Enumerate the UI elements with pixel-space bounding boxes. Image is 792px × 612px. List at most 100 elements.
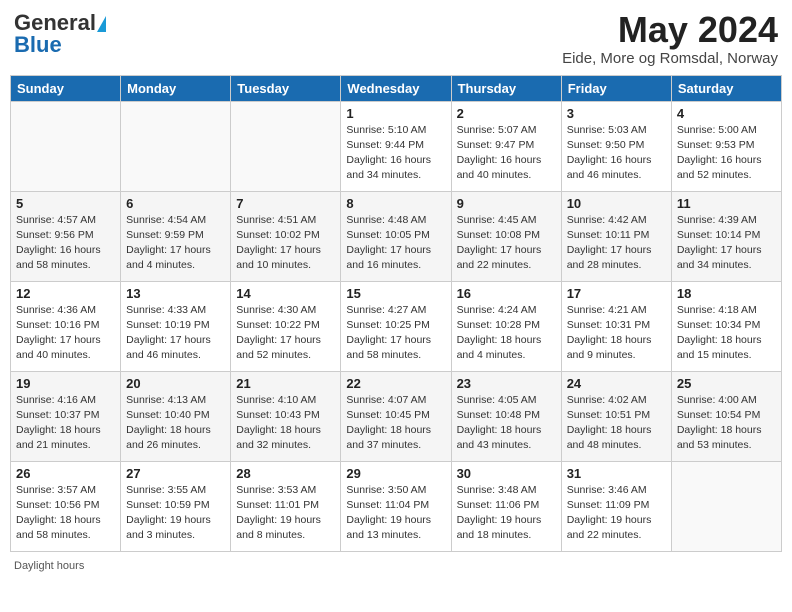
calendar-cell: 20 Sunrise: 4:13 AM Sunset: 10:40 PM Dayl… bbox=[121, 371, 231, 461]
day-number: 19 bbox=[16, 376, 115, 391]
day-number: 31 bbox=[567, 466, 666, 481]
calendar-cell: 9 Sunrise: 4:45 AM Sunset: 10:08 PM Dayli… bbox=[451, 191, 561, 281]
day-info: Sunrise: 4:54 AM Sunset: 9:59 PM Dayligh… bbox=[126, 213, 225, 274]
day-number: 21 bbox=[236, 376, 335, 391]
footer: Daylight hours bbox=[10, 560, 782, 572]
calendar-week-row: 1 Sunrise: 5:10 AM Sunset: 9:44 PM Daylig… bbox=[11, 101, 782, 191]
day-number: 8 bbox=[346, 196, 445, 211]
day-number: 3 bbox=[567, 106, 666, 121]
calendar-cell: 2Sunrise: 5:07 AM Sunset: 9:47 PM Daylig… bbox=[451, 101, 561, 191]
calendar-day-header: Monday bbox=[121, 75, 231, 101]
day-info: Sunrise: 3:57 AM Sunset: 10:56 PM Daylig… bbox=[16, 483, 115, 544]
day-number: 13 bbox=[126, 286, 225, 301]
day-number: 22 bbox=[346, 376, 445, 391]
day-info: Sunrise: 3:48 AM Sunset: 11:06 PM Daylig… bbox=[457, 483, 556, 544]
calendar-cell: 15 Sunrise: 4:27 AM Sunset: 10:25 PM Dayl… bbox=[341, 281, 451, 371]
day-info: Sunrise: 5:10 AM Sunset: 9:44 PM Dayligh… bbox=[346, 123, 445, 184]
day-info: Sunrise: 4:02 AM Sunset: 10:51 PM Daylig… bbox=[567, 393, 666, 454]
day-info: Sunrise: 5:00 AM Sunset: 9:53 PM Dayligh… bbox=[677, 123, 776, 184]
day-info: Sunrise: 4:21 AM Sunset: 10:31 PM Daylig… bbox=[567, 303, 666, 364]
calendar-day-header: Sunday bbox=[11, 75, 121, 101]
calendar-cell: 4 Sunrise: 5:00 AM Sunset: 9:53 PM Daylig… bbox=[671, 101, 781, 191]
calendar-cell: 22Sunrise: 4:07 AM Sunset: 10:45 PM Dayl… bbox=[341, 371, 451, 461]
day-number: 16 bbox=[457, 286, 556, 301]
day-number: 1 bbox=[346, 106, 445, 121]
calendar-cell: 11 Sunrise: 4:39 AM Sunset: 10:14 PM Dayl… bbox=[671, 191, 781, 281]
logo: General Blue bbox=[14, 10, 106, 58]
page-header: General Blue May 2024 Eide, More og Roms… bbox=[10, 10, 782, 67]
calendar-cell: 26Sunrise: 3:57 AM Sunset: 10:56 PM Dayl… bbox=[11, 461, 121, 551]
day-info: Sunrise: 3:55 AM Sunset: 10:59 PM Daylig… bbox=[126, 483, 225, 544]
calendar-cell: 7 Sunrise: 4:51 AM Sunset: 10:02 PM Dayli… bbox=[231, 191, 341, 281]
calendar-cell: 23 Sunrise: 4:05 AM Sunset: 10:48 PM Dayl… bbox=[451, 371, 561, 461]
logo-triangle-icon bbox=[97, 16, 106, 32]
month-year-title: May 2024 bbox=[562, 10, 778, 50]
day-info: Sunrise: 4:24 AM Sunset: 10:28 PM Daylig… bbox=[457, 303, 556, 364]
calendar-day-header: Thursday bbox=[451, 75, 561, 101]
day-number: 2 bbox=[457, 106, 556, 121]
title-block: May 2024 Eide, More og Romsdal, Norway bbox=[562, 10, 778, 67]
day-info: Sunrise: 4:18 AM Sunset: 10:34 PM Daylig… bbox=[677, 303, 776, 364]
calendar-day-header: Friday bbox=[561, 75, 671, 101]
day-number: 12 bbox=[16, 286, 115, 301]
calendar-cell: 17Sunrise: 4:21 AM Sunset: 10:31 PM Dayl… bbox=[561, 281, 671, 371]
calendar-week-row: 12 Sunrise: 4:36 AM Sunset: 10:16 PM Dayl… bbox=[11, 281, 782, 371]
day-info: Sunrise: 4:39 AM Sunset: 10:14 PM Daylig… bbox=[677, 213, 776, 274]
daylight-hours-label: Daylight hours bbox=[14, 560, 84, 572]
day-number: 11 bbox=[677, 196, 776, 211]
day-number: 30 bbox=[457, 466, 556, 481]
day-number: 10 bbox=[567, 196, 666, 211]
calendar-cell: 1 Sunrise: 5:10 AM Sunset: 9:44 PM Daylig… bbox=[341, 101, 451, 191]
calendar-cell: 8Sunrise: 4:48 AM Sunset: 10:05 PM Dayli… bbox=[341, 191, 451, 281]
day-number: 25 bbox=[677, 376, 776, 391]
day-info: Sunrise: 4:57 AM Sunset: 9:56 PM Dayligh… bbox=[16, 213, 115, 274]
calendar-cell: 19 Sunrise: 4:16 AM Sunset: 10:37 PM Dayl… bbox=[11, 371, 121, 461]
day-number: 14 bbox=[236, 286, 335, 301]
calendar-cell: 27 Sunrise: 3:55 AM Sunset: 10:59 PM Dayl… bbox=[121, 461, 231, 551]
calendar-cell: 6Sunrise: 4:54 AM Sunset: 9:59 PM Daylig… bbox=[121, 191, 231, 281]
day-info: Sunrise: 4:16 AM Sunset: 10:37 PM Daylig… bbox=[16, 393, 115, 454]
calendar-day-header: Wednesday bbox=[341, 75, 451, 101]
day-number: 27 bbox=[126, 466, 225, 481]
day-number: 15 bbox=[346, 286, 445, 301]
day-number: 9 bbox=[457, 196, 556, 211]
day-info: Sunrise: 4:36 AM Sunset: 10:16 PM Daylig… bbox=[16, 303, 115, 364]
calendar-cell: 21 Sunrise: 4:10 AM Sunset: 10:43 PM Dayl… bbox=[231, 371, 341, 461]
calendar-cell bbox=[121, 101, 231, 191]
day-number: 24 bbox=[567, 376, 666, 391]
day-info: Sunrise: 3:46 AM Sunset: 11:09 PM Daylig… bbox=[567, 483, 666, 544]
day-info: Sunrise: 4:45 AM Sunset: 10:08 PM Daylig… bbox=[457, 213, 556, 274]
calendar-cell: 5Sunrise: 4:57 AM Sunset: 9:56 PM Daylig… bbox=[11, 191, 121, 281]
day-number: 18 bbox=[677, 286, 776, 301]
calendar-header-row: SundayMondayTuesdayWednesdayThursdayFrid… bbox=[11, 75, 782, 101]
day-info: Sunrise: 4:13 AM Sunset: 10:40 PM Daylig… bbox=[126, 393, 225, 454]
day-number: 4 bbox=[677, 106, 776, 121]
day-info: Sunrise: 4:51 AM Sunset: 10:02 PM Daylig… bbox=[236, 213, 335, 274]
day-number: 20 bbox=[126, 376, 225, 391]
calendar-cell bbox=[11, 101, 121, 191]
calendar-cell: 24 Sunrise: 4:02 AM Sunset: 10:51 PM Dayl… bbox=[561, 371, 671, 461]
day-info: Sunrise: 4:30 AM Sunset: 10:22 PM Daylig… bbox=[236, 303, 335, 364]
calendar-cell: 18 Sunrise: 4:18 AM Sunset: 10:34 PM Dayl… bbox=[671, 281, 781, 371]
calendar-cell bbox=[231, 101, 341, 191]
calendar-cell: 16 Sunrise: 4:24 AM Sunset: 10:28 PM Dayl… bbox=[451, 281, 561, 371]
day-info: Sunrise: 3:50 AM Sunset: 11:04 PM Daylig… bbox=[346, 483, 445, 544]
calendar-week-row: 5Sunrise: 4:57 AM Sunset: 9:56 PM Daylig… bbox=[11, 191, 782, 281]
calendar-cell: 25Sunrise: 4:00 AM Sunset: 10:54 PM Dayl… bbox=[671, 371, 781, 461]
calendar-cell bbox=[671, 461, 781, 551]
calendar-table: SundayMondayTuesdayWednesdayThursdayFrid… bbox=[10, 75, 782, 552]
calendar-week-row: 19 Sunrise: 4:16 AM Sunset: 10:37 PM Dayl… bbox=[11, 371, 782, 461]
day-info: Sunrise: 4:27 AM Sunset: 10:25 PM Daylig… bbox=[346, 303, 445, 364]
day-number: 23 bbox=[457, 376, 556, 391]
calendar-week-row: 26Sunrise: 3:57 AM Sunset: 10:56 PM Dayl… bbox=[11, 461, 782, 551]
day-info: Sunrise: 4:05 AM Sunset: 10:48 PM Daylig… bbox=[457, 393, 556, 454]
calendar-cell: 14 Sunrise: 4:30 AM Sunset: 10:22 PM Dayl… bbox=[231, 281, 341, 371]
calendar-cell: 29Sunrise: 3:50 AM Sunset: 11:04 PM Dayl… bbox=[341, 461, 451, 551]
calendar-cell: 13 Sunrise: 4:33 AM Sunset: 10:19 PM Dayl… bbox=[121, 281, 231, 371]
day-number: 7 bbox=[236, 196, 335, 211]
calendar-cell: 31 Sunrise: 3:46 AM Sunset: 11:09 PM Dayl… bbox=[561, 461, 671, 551]
day-info: Sunrise: 4:42 AM Sunset: 10:11 PM Daylig… bbox=[567, 213, 666, 274]
location-subtitle: Eide, More og Romsdal, Norway bbox=[562, 50, 778, 67]
day-info: Sunrise: 4:33 AM Sunset: 10:19 PM Daylig… bbox=[126, 303, 225, 364]
day-info: Sunrise: 4:10 AM Sunset: 10:43 PM Daylig… bbox=[236, 393, 335, 454]
